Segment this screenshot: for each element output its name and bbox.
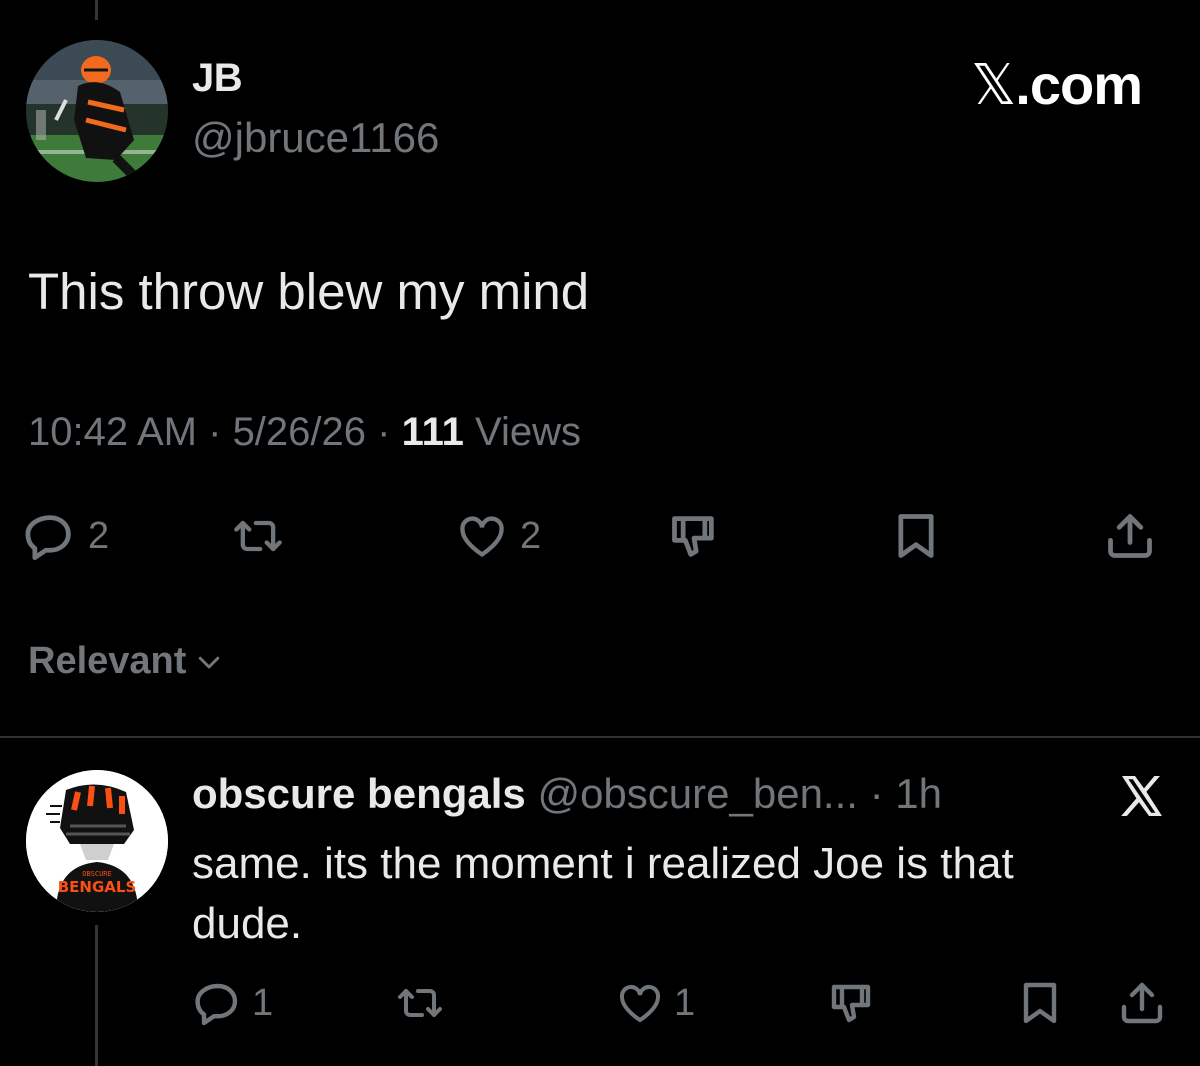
reply-action-bar: 1 1 — [0, 968, 1200, 1038]
thumbs-down-icon — [831, 984, 871, 1023]
heart-icon — [619, 985, 661, 1023]
heart-icon — [460, 516, 504, 557]
tweet-text: This throw blew my mind — [28, 263, 590, 320]
x-thread-screenshot: JB @jbruce1166 𝕏.com This throw blew my … — [0, 0, 1200, 1066]
reply-text: same. its the moment i realized Joe is t… — [192, 839, 1014, 948]
brand-watermark: 𝕏.com — [971, 52, 1143, 118]
reply-icon — [195, 983, 238, 1026]
tweet-date[interactable]: 5/26/26 — [233, 410, 366, 454]
like-count: 2 — [520, 514, 542, 557]
like-button[interactable]: 2 — [456, 500, 541, 572]
share-icon — [1108, 514, 1152, 558]
avatar-small-text: OBSCURE — [82, 870, 112, 878]
retweet-button[interactable] — [232, 500, 284, 572]
reply-icon — [25, 515, 71, 561]
reply-like-button[interactable]: 1 — [616, 968, 695, 1038]
meta-separator: · — [197, 410, 233, 454]
reply-separator: · — [857, 770, 896, 817]
chevron-down-icon — [199, 656, 220, 668]
dislike-button[interactable] — [668, 500, 720, 572]
retweet-icon — [234, 520, 282, 552]
sort-label: Relevant — [28, 640, 187, 682]
thumbs-down-icon — [672, 516, 714, 557]
share-button[interactable] — [1104, 500, 1156, 572]
tweet-meta: 10:42 AM · 5/26/26 · 111 Views — [28, 410, 581, 455]
retweet-icon — [398, 989, 442, 1017]
section-divider — [0, 736, 1200, 738]
reply-author-handle[interactable]: @obscure_ben... — [537, 770, 858, 817]
x-logo-icon: 𝕏 — [971, 53, 1016, 118]
replies-sort-dropdown[interactable]: Relevant — [28, 640, 224, 683]
reply-retweet-button[interactable] — [396, 968, 444, 1038]
bookmark-button[interactable] — [890, 500, 942, 572]
tweet-time[interactable]: 10:42 AM — [28, 410, 197, 454]
bookmark-icon — [898, 514, 934, 558]
author-avatar[interactable] — [26, 40, 168, 182]
reply-author-avatar[interactable]: OBSCURE BENGALS — [26, 770, 168, 912]
reply-time[interactable]: 1h — [895, 770, 942, 817]
reply-button[interactable]: 2 — [24, 500, 109, 572]
reply-share-button[interactable] — [1118, 968, 1166, 1038]
brand-suffix: .com — [1015, 53, 1143, 116]
reply-header: obscure bengals @obscure_ben... · 1h — [192, 770, 942, 818]
x-logo-icon — [1121, 776, 1162, 816]
reply-reply-button[interactable]: 1 — [194, 968, 273, 1038]
reply-reply-count: 1 — [252, 981, 274, 1024]
views-count: 111 — [401, 410, 464, 454]
tweet-action-bar: 2 2 — [0, 500, 1200, 572]
share-icon — [1121, 982, 1163, 1024]
reply-dislike-button[interactable] — [828, 968, 876, 1038]
author-handle[interactable]: @jbruce1166 — [192, 114, 439, 162]
thread-connector-top — [95, 0, 98, 20]
reply-bookmark-button[interactable] — [1016, 968, 1064, 1038]
reply-like-count: 1 — [674, 981, 696, 1024]
meta-separator: · — [366, 410, 402, 454]
reply-count: 2 — [88, 514, 110, 557]
reply-author-name[interactable]: obscure bengals — [192, 770, 526, 817]
author-name[interactable]: JB — [192, 56, 243, 101]
views-label: Views — [463, 410, 581, 454]
bookmark-icon — [1023, 982, 1057, 1024]
avatar-big-text: BENGALS — [58, 878, 137, 896]
